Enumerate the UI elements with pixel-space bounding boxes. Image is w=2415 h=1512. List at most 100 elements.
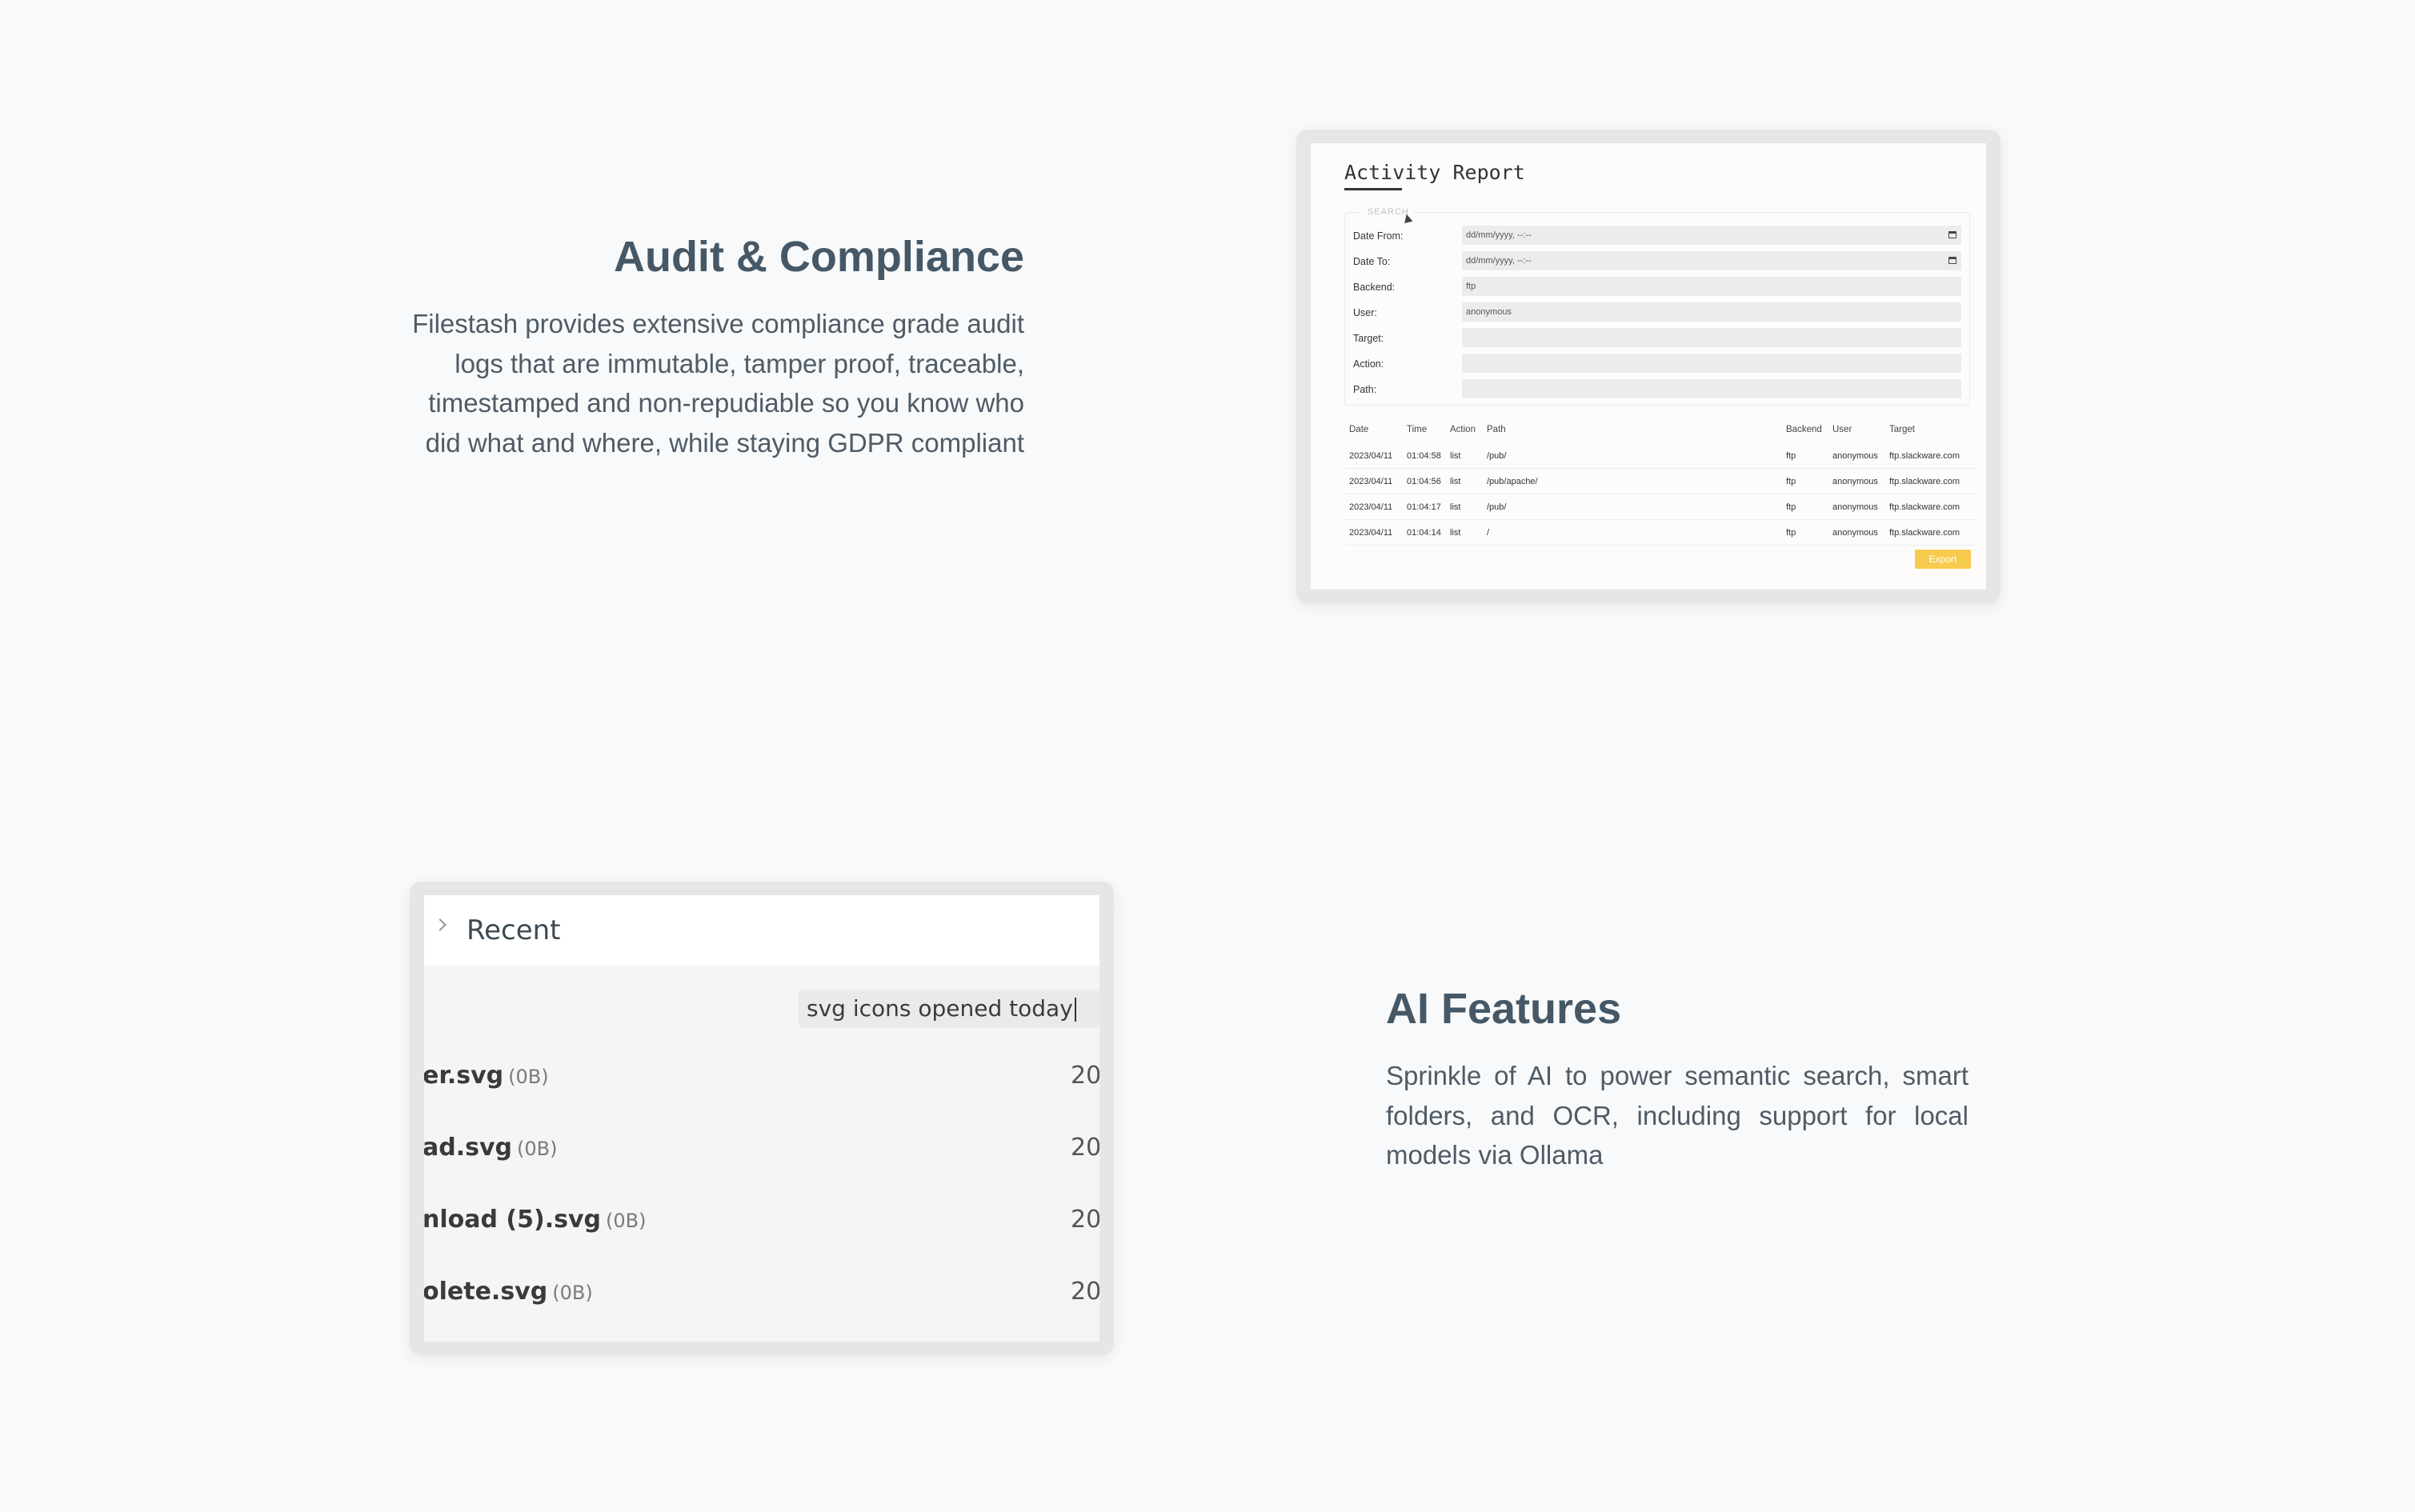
table-cell: ftp [1786,451,1796,461]
file-size: (0B) [552,1282,593,1304]
file-date: 20 [1071,1278,1099,1306]
export-button[interactable]: Export [1915,550,1971,569]
table-cell: ftp [1786,477,1796,486]
form-input[interactable]: dd/mm/yyyy, --:-- [1462,251,1961,270]
form-label: Action: [1353,358,1384,370]
form-input[interactable] [1462,328,1961,347]
recent-files-screenshot: Recent svg icons opened today er.svg (0B)… [410,882,1114,1355]
form-input-value: anonymous [1466,307,1512,317]
recent-title: Recent [467,914,561,946]
form-input[interactable]: dd/mm/yyyy, --:-- [1462,226,1961,245]
table-column-header: User [1832,425,1852,434]
table-cell: 01:04:56 [1407,477,1441,486]
table-row[interactable]: 2023/04/11 01:04:58 list/pub/ftp anonymous f… [1344,442,1976,469]
table-cell: /pub/ [1487,502,1507,512]
file-name: olete.svg (0B) [424,1278,593,1306]
calendar-icon[interactable] [1948,231,1956,238]
form-row: Date From: dd/mm/yyyy, --:-- [1353,226,1961,246]
table-cell: ftp.slackware.com [1889,528,1960,538]
text-caret [1074,998,1076,1022]
table-cell: anonymous [1832,477,1878,486]
form-label: Target: [1353,333,1384,344]
file-row[interactable]: ad.svg (0B) 20 [424,1126,1099,1174]
table-column-header: Time [1407,425,1428,434]
table-cell: list [1450,477,1461,486]
ai-section-title: AI Features [1386,985,1622,1033]
table-row[interactable]: 2023/04/11 01:04:17 list/pub/ftp anonymous f… [1344,494,1976,520]
form-input[interactable]: anonymous [1462,302,1961,322]
table-cell: /pub/ [1487,451,1507,461]
table-cell: 2023/04/11 [1349,477,1393,486]
form-label: User: [1353,307,1377,318]
form-input-value: ftp [1466,282,1476,291]
file-name: er.svg (0B) [424,1062,549,1090]
table-row[interactable]: 2023/04/11 01:04:56 list/pub/apache/ftp ano… [1344,468,1976,494]
table-cell: /pub/apache/ [1487,477,1538,486]
table-cell: ftp.slackware.com [1889,477,1960,486]
report-title: Activity Report [1344,161,1525,184]
table-cell: 01:04:17 [1407,502,1441,512]
file-row[interactable]: olete.svg (0B) 20 [424,1270,1099,1318]
audit-section-description: Filestash provides extensive compliance … [412,309,1024,458]
activity-report-screenshot: Activity Report SEARCH Date From: dd/mm/y… [1296,130,2000,603]
table-cell: list [1450,451,1461,461]
table-column-header: Path [1487,425,1506,434]
table-cell: 2023/04/11 [1349,451,1393,461]
recent-header: Recent [424,895,1099,966]
file-date: 20 [1071,1206,1099,1234]
file-name-text: nload (5).svg [424,1206,601,1234]
table-column-header: Backend [1786,425,1822,434]
form-label: Path: [1353,384,1377,395]
file-size: (0B) [508,1066,549,1088]
form-label: Date From: [1353,230,1404,242]
report-table-header: Date Time Action Path Backend User Target [1349,425,1981,439]
form-row: Backend: ftp [1353,277,1961,298]
form-row: Action: [1353,354,1961,374]
table-cell: ftp [1786,502,1796,512]
search-input[interactable]: svg icons opened today [799,990,1099,1028]
ai-section-description: Sprinkle of AI to power semantic search,… [1386,1061,1968,1170]
form-row: Date To: dd/mm/yyyy, --:-- [1353,251,1961,272]
table-cell: 2023/04/11 [1349,528,1393,538]
form-input-value: dd/mm/yyyy, --:-- [1466,230,1532,240]
report-title-underline [1344,188,1402,190]
form-input[interactable]: ftp [1462,277,1961,296]
audit-section-title: Audit & Compliance [613,233,1024,281]
calendar-icon[interactable] [1948,257,1956,264]
table-cell: list [1450,502,1461,512]
form-row: User: anonymous [1353,302,1961,323]
table-cell: anonymous [1832,528,1878,538]
table-column-header: Date [1349,425,1369,434]
file-date: 20 [1071,1134,1099,1162]
table-cell: 01:04:58 [1407,451,1441,461]
file-name-text: ad.svg [424,1134,513,1162]
search-input-value: svg icons opened today [807,995,1073,1022]
table-cell: ftp.slackware.com [1889,451,1960,461]
file-row[interactable]: er.svg (0B) 20 [424,1054,1099,1102]
file-name: nload (5).svg (0B) [424,1206,646,1234]
table-cell: / [1487,528,1490,538]
form-input[interactable] [1462,354,1961,373]
form-row: Target: [1353,328,1961,349]
form-input[interactable] [1462,379,1961,398]
table-cell: anonymous [1832,451,1878,461]
form-input-value: dd/mm/yyyy, --:-- [1466,256,1532,266]
form-row: Path: [1353,379,1961,400]
table-column-header: Target [1889,425,1915,434]
table-cell: ftp.slackware.com [1889,502,1960,512]
table-row[interactable]: 2023/04/11 01:04:14 list / ftp anonymous ftp.s… [1344,519,1976,546]
file-name: ad.svg (0B) [424,1134,557,1162]
table-cell: anonymous [1832,502,1878,512]
recent-files-screen: Recent svg icons opened today er.svg (0B)… [424,895,1099,1342]
file-name-text: olete.svg [424,1278,548,1306]
table-column-header: Action [1450,425,1476,434]
table-cell: list [1450,528,1461,538]
table-cell: ftp [1786,528,1796,538]
chevron-right-icon[interactable] [434,918,447,931]
file-row[interactable]: nload (5).svg (0B) 20 [424,1198,1099,1246]
file-name-text: er.svg [424,1062,504,1090]
search-form: SEARCH Date From: dd/mm/yyyy, --:-- Date T… [1344,207,1970,406]
form-label: Date To: [1353,256,1391,267]
table-cell: 2023/04/11 [1349,502,1393,512]
file-date: 20 [1071,1062,1099,1090]
